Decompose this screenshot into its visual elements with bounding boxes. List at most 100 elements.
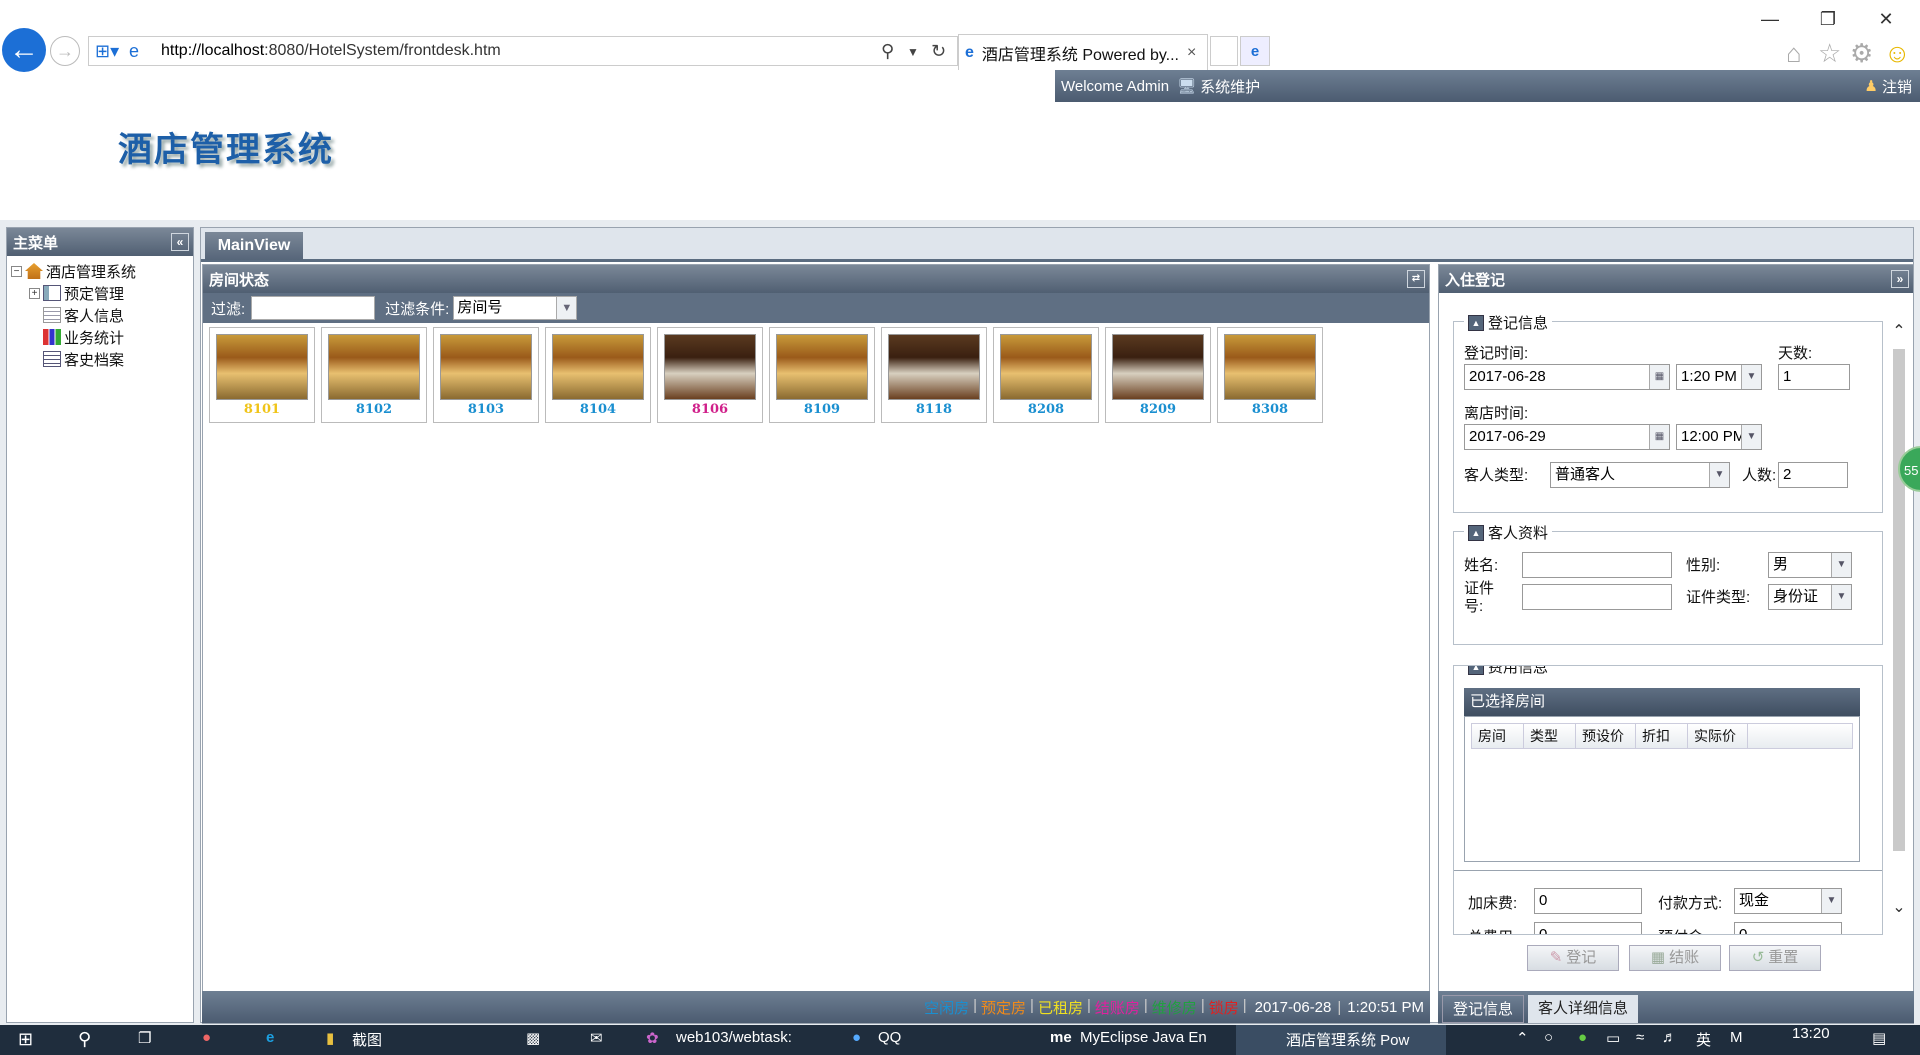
new-tab-button[interactable] [1210, 36, 1238, 66]
reset-button[interactable]: ↺ 重置 [1729, 945, 1821, 971]
taskbar-item-qq[interactable]: QQ [878, 1029, 901, 1046]
checkout-date-field[interactable]: 2017-06-29 ▦ [1464, 424, 1670, 450]
menu-item-reservation[interactable]: + 预定管理 [11, 282, 189, 304]
room-card[interactable]: 8308 [1217, 327, 1323, 423]
column-header[interactable]: 折扣 [1636, 724, 1688, 748]
search-icon[interactable]: ⚲ [881, 41, 894, 62]
menu-item-statistics[interactable]: 业务统计 [11, 326, 189, 348]
volume-icon[interactable]: ♬ [1662, 1029, 1677, 1046]
people-field[interactable]: 2 [1778, 462, 1848, 488]
chevron-down-icon[interactable]: ▼ [1831, 585, 1851, 609]
minimize-icon[interactable]: — [1750, 4, 1790, 34]
close-window-icon[interactable]: ✕ [1866, 4, 1906, 34]
column-header[interactable]: 房间 [1472, 724, 1524, 748]
scroll-thumb[interactable] [1893, 349, 1905, 851]
filter-condition-select[interactable]: 房间号 ▼ [453, 296, 578, 320]
filter-input[interactable] [251, 296, 376, 320]
battery-icon[interactable]: ▭ [1606, 1029, 1620, 1047]
chevron-down-icon[interactable]: ▼ [1831, 553, 1851, 577]
name-field[interactable] [1522, 552, 1672, 578]
expand-node-icon[interactable]: + [29, 287, 40, 299]
tab-registration-info[interactable]: 登记信息 [1442, 995, 1525, 1023]
forward-arrow-icon[interactable]: → [50, 36, 80, 66]
extra-bed-field[interactable]: 0 [1534, 888, 1642, 914]
tab-mainview[interactable]: MainView [205, 232, 303, 260]
collapse-section-icon[interactable]: ▲ [1468, 524, 1484, 541]
taskbar-item-myeclipse[interactable]: MyEclipse Java En [1080, 1029, 1207, 1046]
menu-item-guest-history[interactable]: 客史档案 [11, 348, 189, 370]
collapse-left-icon[interactable]: « [171, 233, 189, 251]
notifications-icon[interactable]: ▤ [1872, 1029, 1886, 1047]
gender-select[interactable]: 男 ▼ [1768, 552, 1852, 578]
wifi-icon[interactable]: ≈ [1636, 1029, 1644, 1046]
edge-icon[interactable]: e [266, 1029, 274, 1046]
room-card[interactable]: 8103 [433, 327, 539, 423]
checkout-hour-field[interactable]: 12:00 PM ▼ [1676, 424, 1762, 450]
gear-icon[interactable]: ⚙ [1850, 38, 1873, 69]
refresh-panel-icon[interactable]: ⇄ [1407, 270, 1425, 288]
mail-icon[interactable]: ✉ [590, 1029, 603, 1047]
collapse-node-icon[interactable]: − [11, 265, 22, 277]
browser-tab-active[interactable]: e 酒店管理系统 Powered by... × [958, 34, 1208, 70]
guest-type-select[interactable]: 普通客人 ▼ [1550, 462, 1730, 488]
register-button[interactable]: ✎ 登记 [1527, 945, 1619, 971]
checkin-date-field[interactable]: 2017-06-28 ▦ [1464, 364, 1670, 390]
column-header[interactable]: 实际价 [1688, 724, 1748, 748]
column-header[interactable]: 预设价 [1576, 724, 1636, 748]
app-icon[interactable]: ● [202, 1029, 211, 1046]
column-header[interactable]: 类型 [1524, 724, 1576, 748]
tree-root[interactable]: − 酒店管理系统 [11, 260, 189, 282]
chevron-down-icon[interactable]: ▼ [1709, 463, 1729, 487]
room-card[interactable]: 8118 [881, 327, 987, 423]
close-icon[interactable]: × [1187, 44, 1196, 62]
checkin-scrollbar[interactable]: ⌃ ⌄ [1887, 321, 1911, 917]
network-icon[interactable]: ○ [1544, 1029, 1553, 1046]
chevron-down-icon[interactable]: ▼ [556, 297, 577, 319]
star-icon[interactable]: ☆ [1818, 38, 1841, 69]
prepaid-field[interactable]: 0 [1734, 922, 1842, 934]
smiley-icon[interactable]: ☺ [1884, 38, 1911, 69]
app-icon[interactable]: ✿ [646, 1029, 659, 1047]
id-number-field[interactable] [1522, 584, 1672, 610]
room-card[interactable]: 8106 [657, 327, 763, 423]
days-field[interactable]: 1 [1778, 364, 1850, 390]
chevron-down-icon[interactable]: ▼ [907, 45, 919, 59]
menu-item-guest-info[interactable]: 客人信息 [11, 304, 189, 326]
folder-icon[interactable]: ▮ [326, 1029, 334, 1047]
clock[interactable]: 13:20 [1792, 1025, 1830, 1042]
address-bar[interactable]: ⊞▾ e http://localhost:8080/HotelSystem/f… [88, 36, 958, 66]
calendar-icon[interactable]: ▦ [1649, 425, 1669, 449]
room-card[interactable]: 8102 [321, 327, 427, 423]
task-view-icon[interactable]: ❐ [138, 1029, 151, 1047]
system-maintenance-link[interactable]: 系统维护 [1200, 76, 1260, 97]
checkin-hour-field[interactable]: 1:20 PM ▼ [1676, 364, 1762, 390]
windows-start-icon[interactable]: ⊞ [18, 1029, 33, 1050]
checkout-button[interactable]: ▦ 结账 [1629, 945, 1721, 971]
qq-icon[interactable]: ● [852, 1029, 861, 1046]
myeclipse-icon[interactable]: me [1050, 1029, 1072, 1046]
store-icon[interactable]: ▩ [526, 1029, 540, 1047]
home-icon[interactable]: ⌂ [1786, 38, 1802, 69]
back-arrow-icon[interactable]: ← [2, 28, 46, 72]
collapse-section-icon[interactable]: ▲ [1468, 314, 1484, 331]
id-type-select[interactable]: 身份证 ▼ [1768, 584, 1852, 610]
room-card[interactable]: 8104 [545, 327, 651, 423]
calendar-icon[interactable]: ▦ [1649, 365, 1669, 389]
tab-guest-details[interactable]: 客人详细信息 [1528, 995, 1639, 1023]
ime-indicator[interactable]: M [1730, 1029, 1743, 1046]
logout-link[interactable]: 注销 [1882, 76, 1912, 97]
tray-chevron-icon[interactable]: ⌃ [1516, 1029, 1529, 1047]
edge-icon[interactable]: e [1240, 36, 1270, 66]
refresh-icon[interactable]: ↻ [931, 41, 946, 62]
restore-icon[interactable]: ❐ [1808, 4, 1848, 34]
url-text[interactable]: http://localhost:8080/HotelSystem/frontd… [161, 42, 501, 60]
chevron-down-icon[interactable]: ▼ [1821, 889, 1841, 913]
scroll-up-icon[interactable]: ⌃ [1887, 321, 1911, 341]
language-indicator[interactable]: 英 [1696, 1029, 1711, 1050]
taskbar-item-screenshot[interactable]: 截图 [352, 1029, 382, 1050]
taskbar-item-hotel[interactable]: 酒店管理系统 Pow [1236, 1025, 1446, 1055]
collapse-section-icon[interactable]: ▲ [1468, 666, 1484, 675]
room-card[interactable]: 8109 [769, 327, 875, 423]
room-card[interactable]: 8209 [1105, 327, 1211, 423]
search-icon[interactable]: ⚲ [78, 1029, 91, 1050]
